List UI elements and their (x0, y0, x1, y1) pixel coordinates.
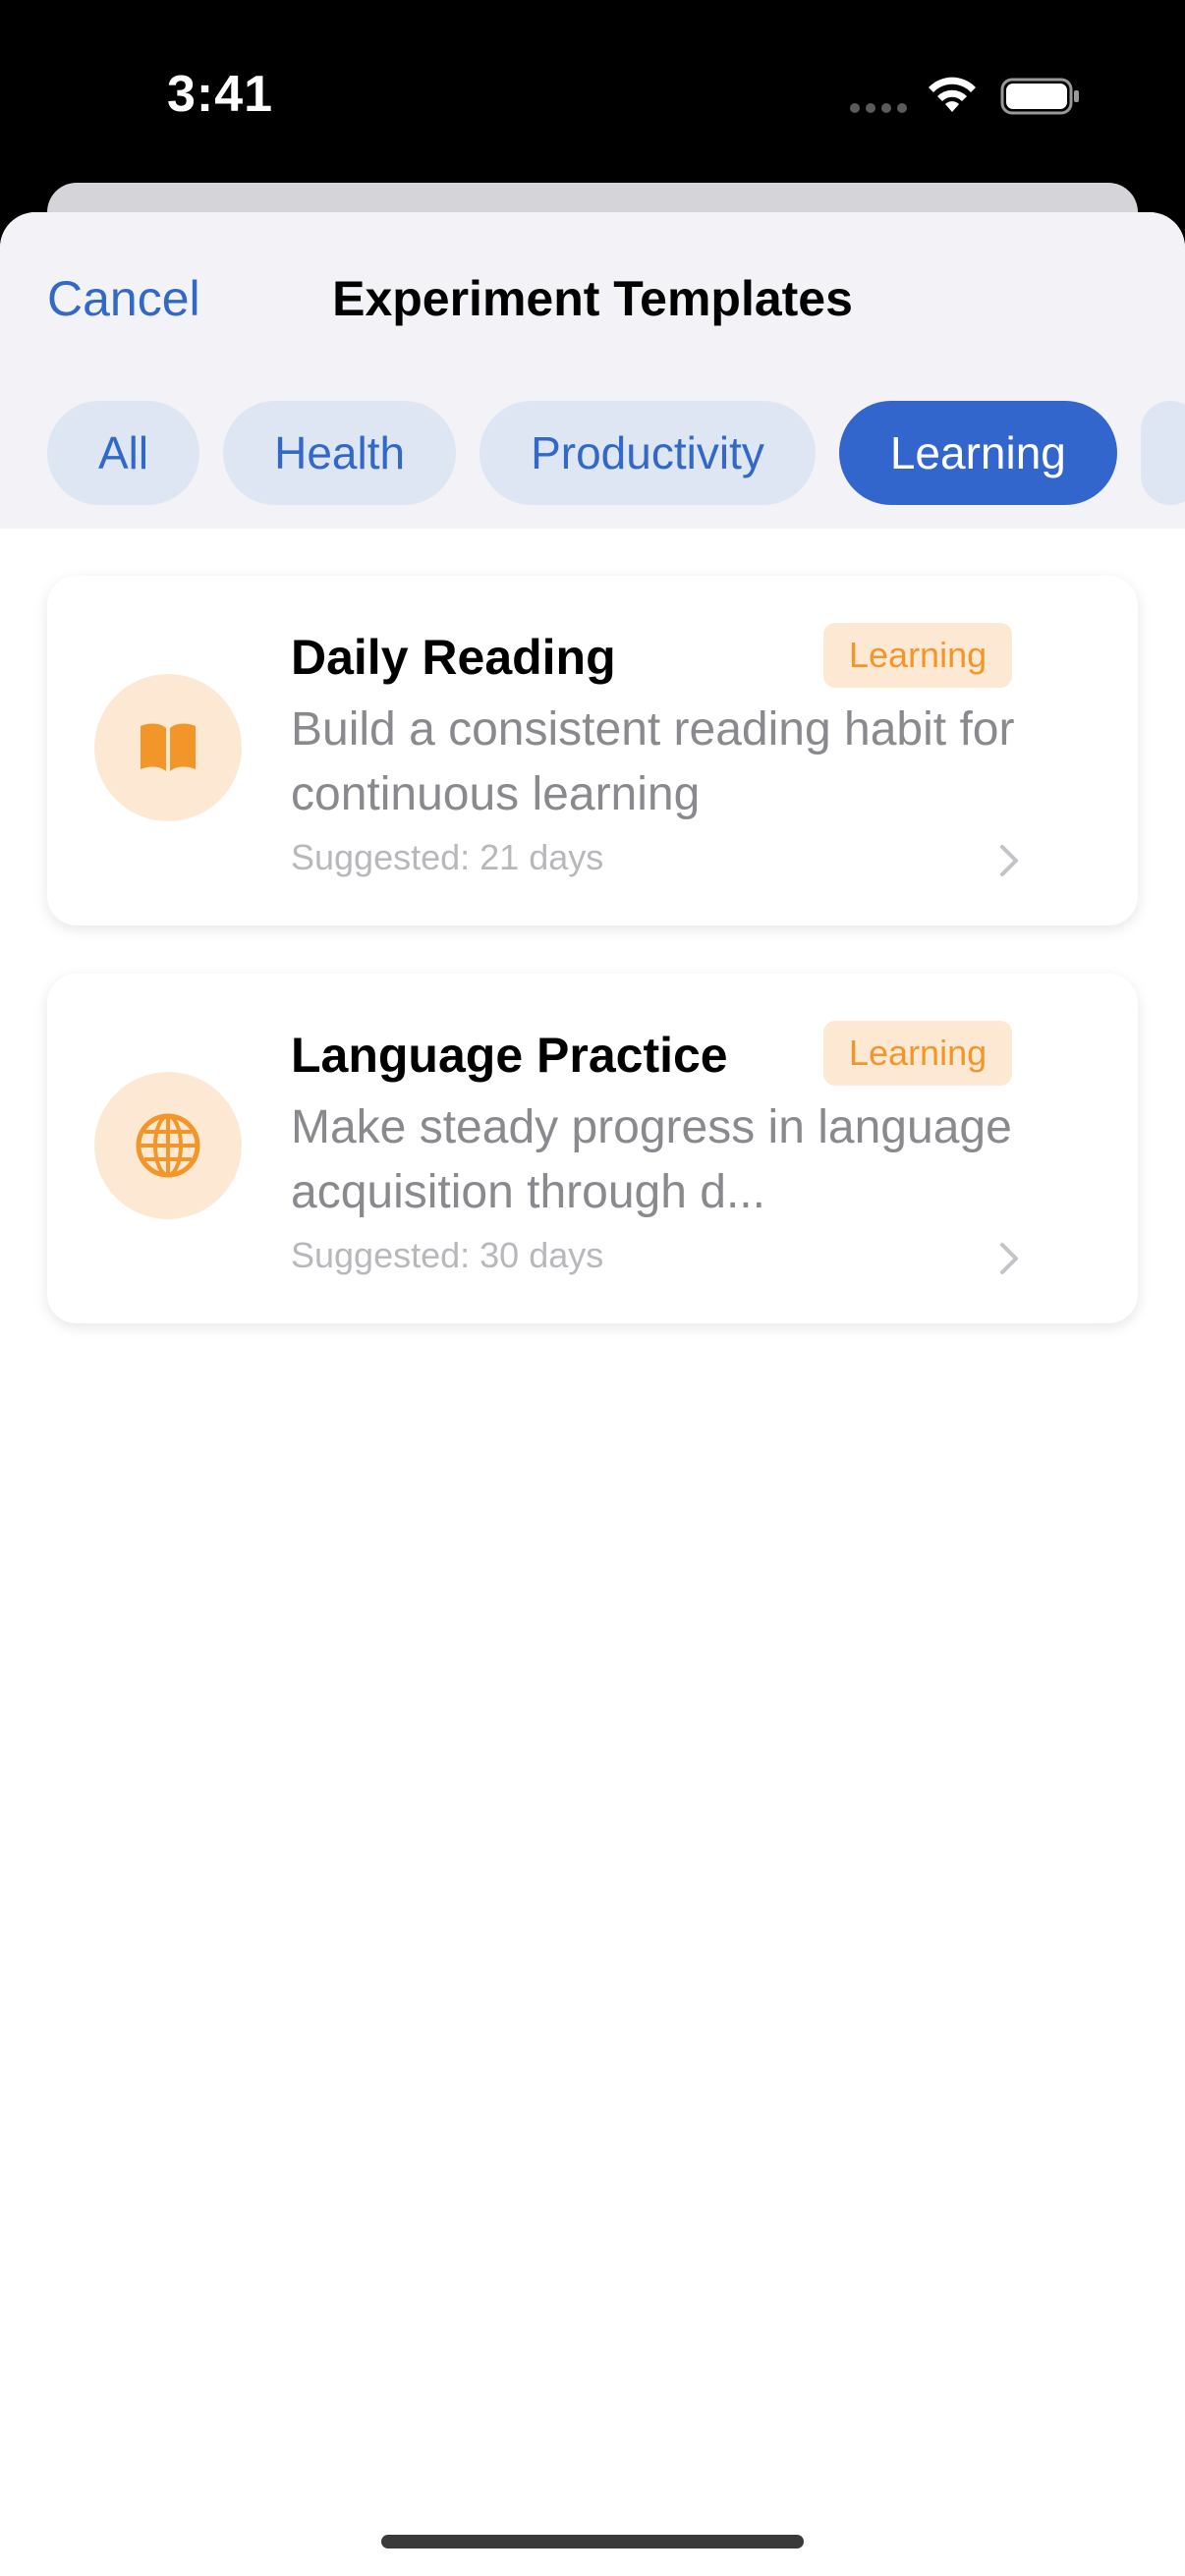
template-icon-background (94, 674, 242, 821)
template-card-language-practice[interactable]: Language Practice Learning Make steady p… (47, 974, 1138, 1323)
book-icon (141, 723, 196, 771)
template-suggested-duration: Suggested: 21 days (291, 837, 604, 877)
category-filter-bar: All Health Productivity Learning (47, 401, 1185, 505)
filter-chip-health[interactable]: Health (223, 401, 457, 505)
globe-icon (136, 1113, 200, 1178)
filter-chip-learning[interactable]: Learning (838, 401, 1117, 505)
category-badge: Learning (823, 1021, 1013, 1086)
category-badge: Learning (823, 623, 1013, 688)
chevron-right-icon (1000, 1243, 1018, 1274)
template-description: Make steady progress in language acquisi… (291, 1101, 1012, 1218)
filter-chip-productivity[interactable]: Productivity (480, 401, 816, 505)
template-title: Daily Reading (291, 630, 616, 685)
cellular-signal-icon (850, 103, 907, 113)
filter-chip-all[interactable]: All (47, 401, 200, 505)
battery-icon (1000, 78, 1079, 115)
chevron-right-icon (1000, 845, 1018, 876)
template-card-daily-reading[interactable]: Daily Reading Learning Build a consisten… (47, 576, 1138, 925)
status-time: 3:41 (167, 66, 274, 123)
status-bar: 3:41 (0, 0, 1185, 187)
filter-chip-partial[interactable] (1140, 401, 1185, 505)
sheet-header: Cancel Experiment Templates All Health Pro… (0, 212, 1185, 529)
template-suggested-duration: Suggested: 30 days (291, 1235, 604, 1275)
template-title: Language Practice (291, 1028, 728, 1083)
sheet-title: Experiment Templates (332, 271, 853, 326)
templates-sheet: Cancel Experiment Templates All Health Pro… (0, 212, 1185, 2576)
template-description: Build a consistent reading habit for con… (291, 703, 1015, 820)
home-indicator[interactable] (381, 2535, 804, 2548)
template-icon-background (94, 1072, 242, 1219)
wifi-icon (929, 77, 976, 112)
